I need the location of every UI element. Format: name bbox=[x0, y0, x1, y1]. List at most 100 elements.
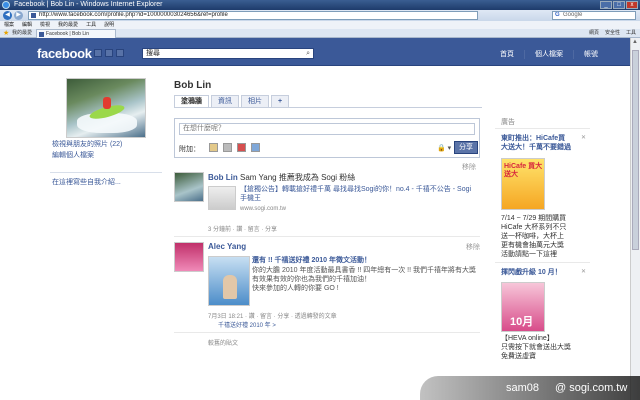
ad-close-icon[interactable]: ✕ bbox=[581, 268, 586, 275]
address-bar[interactable]: http://www.facebook.com/profile.php?id=1… bbox=[28, 11, 478, 20]
tab-photos[interactable]: 相片 bbox=[241, 95, 269, 107]
menu-tools[interactable]: 工具 bbox=[86, 21, 96, 29]
favorites-label[interactable]: 我的最愛 bbox=[12, 30, 32, 37]
story-author: Bob Lin Sam Yang 推薦我成為 Sogi 粉絲 bbox=[208, 172, 355, 183]
facebook-nav: 首頁 個人檔案 帳號 bbox=[490, 50, 608, 59]
facebook-logo[interactable]: facebook bbox=[37, 47, 92, 60]
profile-tabs: 塗鴉牆 資訊 相片 + bbox=[174, 95, 482, 108]
profile-name: Bob Lin bbox=[174, 80, 212, 91]
menu-favorites[interactable]: 我的最愛 bbox=[58, 21, 78, 29]
tab-info[interactable]: 資訊 bbox=[211, 95, 239, 107]
address-value: http://www.facebook.com/profile.php?id=1… bbox=[39, 12, 228, 18]
link-thumbnail[interactable] bbox=[208, 186, 236, 210]
browser-search-input[interactable]: G Google bbox=[552, 11, 636, 20]
video-attach-icon[interactable] bbox=[223, 143, 232, 152]
notifications-icon[interactable] bbox=[116, 49, 124, 57]
nav-account[interactable]: 帳號 bbox=[573, 50, 608, 59]
edit-profile-link[interactable]: 編輯個人檔案 bbox=[52, 151, 94, 160]
menu-edit[interactable]: 編輯 bbox=[22, 21, 32, 29]
forward-arrow-icon[interactable]: ▶ bbox=[14, 11, 23, 20]
ad1-body-line: 活動請點一下這裡 bbox=[501, 251, 557, 258]
ads-divider bbox=[495, 262, 590, 263]
ad1-body-line: HiCafe 大杯系列不只 bbox=[501, 224, 567, 231]
favorites-star-icon[interactable]: ★ bbox=[3, 30, 9, 37]
story-link-url: www.sogi.com.tw bbox=[240, 206, 287, 212]
story-avatar[interactable] bbox=[174, 172, 204, 202]
watermark-author: sam08 bbox=[506, 382, 540, 394]
facebook-header: facebook 搜尋 ⌕ 首頁 個人檔案 帳號 bbox=[0, 38, 630, 66]
search-icon[interactable]: ⌕ bbox=[306, 49, 310, 58]
close-button[interactable]: x bbox=[626, 1, 638, 9]
ad-close-icon[interactable]: ✕ bbox=[581, 134, 586, 141]
ie-icon bbox=[2, 1, 10, 9]
profile-picture[interactable] bbox=[66, 78, 146, 138]
command-tools[interactable]: 工具 bbox=[626, 30, 636, 37]
story-meta-link[interactable]: 千禧送好禮 2010 年 > bbox=[218, 320, 276, 329]
story-link-title[interactable]: 【搶獨公告】轉載搶好禮千萬 尋找尋找Sogi的你！no.4 - 千禧不公告 - … bbox=[240, 185, 475, 203]
browser-tab-label: Facebook | Bob Lin bbox=[46, 31, 89, 37]
browser-tab[interactable]: Facebook | Bob Lin bbox=[36, 29, 116, 38]
ads-section-title: 廣告 bbox=[501, 119, 515, 126]
story-author-name[interactable]: Bob Lin bbox=[208, 173, 238, 182]
friend-requests-icon[interactable] bbox=[94, 49, 102, 57]
address-row: ◀ ▶ http://www.facebook.com/profile.php?… bbox=[0, 10, 640, 21]
nav-home[interactable]: 首頁 bbox=[490, 50, 524, 59]
ad2-body-line: 免費送虛寶 bbox=[501, 353, 536, 360]
privacy-lock-icon[interactable]: 🔒 ▾ bbox=[437, 144, 451, 152]
messages-icon[interactable] bbox=[105, 49, 113, 57]
view-photos-link[interactable]: 檢視與朋友的照片 (22) bbox=[52, 140, 122, 149]
story-meta[interactable]: 7月3日 18:21 · 讚 · 留言 · 分享 · 透過轉發的文章 bbox=[208, 311, 337, 320]
command-safety[interactable]: 安全性 bbox=[605, 30, 620, 37]
ad1-image[interactable]: HiCafe 買大送大 bbox=[501, 158, 545, 210]
watermark-site: @ sogi.com.tw bbox=[555, 382, 628, 394]
minimize-button[interactable]: _ bbox=[600, 1, 612, 9]
older-posts-link[interactable]: 較舊的貼文 bbox=[208, 338, 238, 347]
story-avatar[interactable] bbox=[174, 242, 204, 272]
status-input[interactable]: 在想什麼呢？ bbox=[179, 123, 475, 135]
maximize-button[interactable]: □ bbox=[613, 1, 625, 9]
ad1-title[interactable]: 東町推出：HiCafe買 bbox=[501, 134, 565, 143]
ad1-body-line: 更有機會抽萬元大獎 bbox=[501, 242, 564, 249]
nav-profile[interactable]: 個人檔案 bbox=[524, 50, 573, 59]
story-link-title-text[interactable]: 【搶獨公告】轉載搶好禮千萬 尋找尋找Sogi的你！no.4 - 千禧不公告 - … bbox=[240, 186, 471, 202]
scroll-up-icon[interactable]: ▲ bbox=[632, 39, 638, 45]
site-favicon-icon bbox=[31, 13, 36, 18]
browser-search-placeholder: Google bbox=[563, 12, 583, 18]
menu-file[interactable]: 檔案 bbox=[4, 21, 14, 29]
ad2-body-line: 【HEVA online】 bbox=[501, 335, 554, 342]
share-button[interactable]: 分享 bbox=[454, 141, 478, 154]
menu-help[interactable]: 說明 bbox=[104, 21, 114, 29]
google-icon: G bbox=[555, 12, 560, 18]
story-action: Sam Yang 推薦我成為 Sogi 粉絲 bbox=[240, 173, 356, 182]
favorites-bar: ★ 我的最愛 Facebook | Bob Lin 網頁 安全性 工具 bbox=[0, 29, 640, 38]
remove-story-link[interactable]: 移除 bbox=[462, 162, 476, 172]
tab-add[interactable]: + bbox=[271, 95, 290, 107]
command-page[interactable]: 網頁 bbox=[589, 30, 599, 37]
post-line-3: 有效果有效的你也為我們的千禧加油！ bbox=[252, 276, 371, 283]
ad2-title[interactable]: 揮閃戲升級 10 月！ bbox=[501, 268, 562, 277]
story-divider bbox=[174, 332, 480, 333]
post-headline-text[interactable]: 還有 !! 千禧送好禮 2010 年徵文活動！ bbox=[252, 257, 371, 264]
menu-view[interactable]: 檢視 bbox=[40, 21, 50, 29]
ad1-title-2[interactable]: 大送大！千萬不要錯過 bbox=[501, 143, 571, 152]
event-attach-icon[interactable] bbox=[237, 143, 246, 152]
status-composer: 在想什麼呢？ 附加： 🔒 ▾ 分享 bbox=[174, 118, 480, 158]
ad2-image-text: 10月 bbox=[510, 316, 534, 328]
post-image[interactable] bbox=[208, 256, 250, 306]
link-attach-icon[interactable] bbox=[251, 143, 260, 152]
back-arrow-icon[interactable]: ◀ bbox=[3, 11, 12, 20]
remove-story-link[interactable]: 移除 bbox=[466, 242, 480, 252]
story-meta[interactable]: 3 分鐘前 · 讚 · 留言 · 分享 bbox=[208, 224, 277, 233]
story-author-name[interactable]: Alec Yang bbox=[208, 242, 246, 251]
facebook-search-input[interactable]: 搜尋 ⌕ bbox=[142, 48, 314, 59]
post-headline[interactable]: 還有 !! 千禧送好禮 2010 年徵文活動！ bbox=[252, 256, 371, 265]
post-line-2: 你的大膽 2010 年度活動最具書香 !! 四年總有一次 !! 我們千禧年將有大… bbox=[252, 267, 477, 274]
left-divider bbox=[50, 172, 162, 173]
scrollbar-thumb[interactable] bbox=[632, 50, 639, 250]
write-about-link[interactable]: 在這裡寫些自我介紹... bbox=[52, 178, 121, 187]
tab-wall[interactable]: 塗鴉牆 bbox=[174, 95, 209, 107]
ad2-image[interactable]: 10月 bbox=[501, 282, 545, 332]
photo-attach-icon[interactable] bbox=[209, 143, 218, 152]
ads-column: 廣告 東町推出：HiCafe買 大送大！千萬不要錯過 ✕ HiCafe 買大送大… bbox=[495, 118, 590, 400]
page-scrollbar[interactable]: ▲ bbox=[630, 38, 640, 400]
